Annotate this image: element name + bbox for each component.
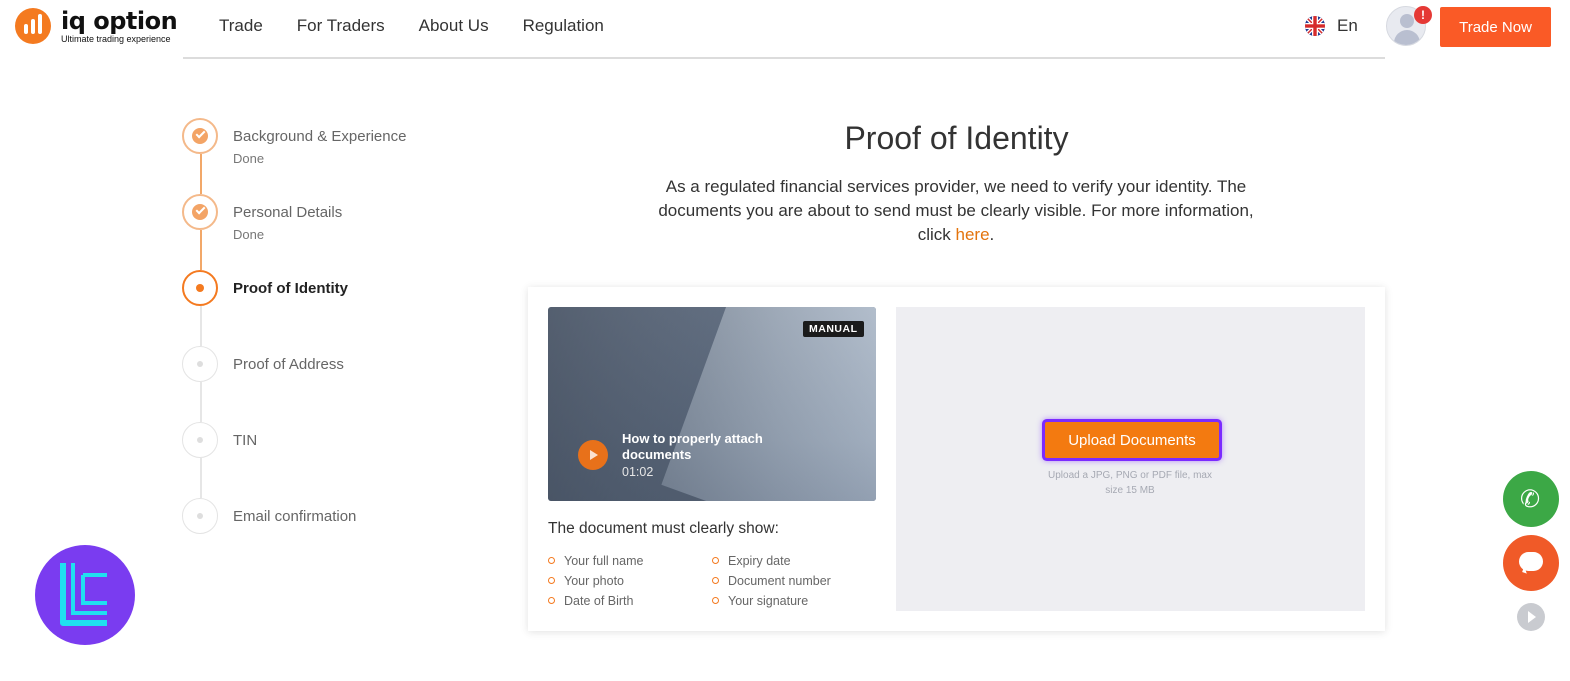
chat-icon[interactable] — [1503, 535, 1559, 591]
step-proof-of-address[interactable]: Proof of Address — [182, 346, 482, 386]
brand-tagline: Ultimate trading experience — [61, 33, 171, 44]
brand-logo[interactable]: iq option Ultimate trading experience — [15, 6, 178, 44]
nav-item-for-traders[interactable]: For Traders — [297, 16, 385, 36]
upload-dropzone[interactable] — [896, 307, 1365, 611]
watermark-logo — [35, 545, 135, 645]
more-info-link[interactable]: here — [956, 225, 990, 244]
language-selector[interactable]: En — [1305, 16, 1358, 36]
requirements-list-left: Your full name Your photo Date of Birth — [548, 553, 643, 613]
top-header: iq option Ultimate trading experience Tr… — [0, 0, 1570, 56]
upload-hint: Upload a JPG, PNG or PDF file, max size … — [1048, 470, 1212, 496]
requirements-list-right: Expiry date Document number Your signatu… — [712, 553, 831, 613]
step-title: Proof of Address — [233, 356, 344, 373]
nav-item-regulation[interactable]: Regulation — [523, 16, 604, 36]
logo-mark-icon — [15, 8, 51, 44]
step-connector — [200, 230, 202, 270]
step-pending-dot-icon — [182, 422, 218, 458]
video-duration: 01:02 — [622, 465, 654, 479]
brand-name: iq option — [61, 6, 178, 35]
video-title: How to properly attach documents — [622, 431, 763, 462]
step-title: Personal Details — [233, 204, 343, 221]
chevron-right-icon[interactable] — [1517, 603, 1545, 631]
step-done-check-icon — [182, 194, 218, 230]
step-connector — [200, 458, 202, 498]
step-connector — [200, 306, 202, 346]
intro-end: . — [989, 225, 995, 244]
trade-now-button[interactable]: Trade Now — [1440, 7, 1551, 47]
step-proof-of-identity[interactable]: Proof of Identity — [182, 270, 482, 310]
step-title: Email confirmation — [233, 508, 357, 525]
play-icon[interactable] — [578, 440, 608, 470]
requirement-item: Your photo — [548, 573, 643, 593]
step-personal-details[interactable]: Personal Details Done — [182, 194, 482, 242]
alert-badge-icon: ! — [1414, 6, 1432, 24]
uk-flag-icon — [1305, 16, 1325, 36]
requirement-item: Document number — [712, 573, 831, 593]
manual-video-player[interactable]: MANUAL How to properly attach documents … — [548, 307, 876, 501]
intro-text: As a regulated financial services provid… — [656, 175, 1256, 247]
step-title: TIN — [233, 432, 258, 449]
step-active-dot-icon — [182, 270, 218, 306]
upload-documents-button[interactable]: Upload Documents — [1045, 422, 1219, 458]
step-status: Done — [233, 227, 265, 242]
requirement-item: Your full name — [548, 553, 643, 573]
header-divider — [183, 57, 1385, 59]
step-email-confirmation[interactable]: Email confirmation — [182, 498, 482, 538]
nav-item-about-us[interactable]: About Us — [419, 16, 489, 36]
step-pending-dot-icon — [182, 498, 218, 534]
step-title: Proof of Identity — [233, 280, 348, 297]
requirement-item: Your signature — [712, 593, 831, 613]
phone-icon[interactable]: ✆ — [1503, 471, 1559, 527]
requirements-title: The document must clearly show: — [548, 520, 779, 537]
page-title: Proof of Identity — [844, 120, 1069, 156]
manual-badge: MANUAL — [803, 321, 864, 337]
step-pending-dot-icon — [182, 346, 218, 382]
requirement-item: Date of Birth — [548, 593, 643, 613]
step-tin[interactable]: TIN — [182, 422, 482, 462]
requirement-item: Expiry date — [712, 553, 831, 573]
step-connector — [200, 154, 202, 194]
nav-item-trade[interactable]: Trade — [219, 16, 263, 36]
step-connector — [200, 382, 202, 422]
language-label: En — [1337, 16, 1358, 35]
main-nav: Trade For Traders About Us Regulation — [219, 16, 604, 36]
